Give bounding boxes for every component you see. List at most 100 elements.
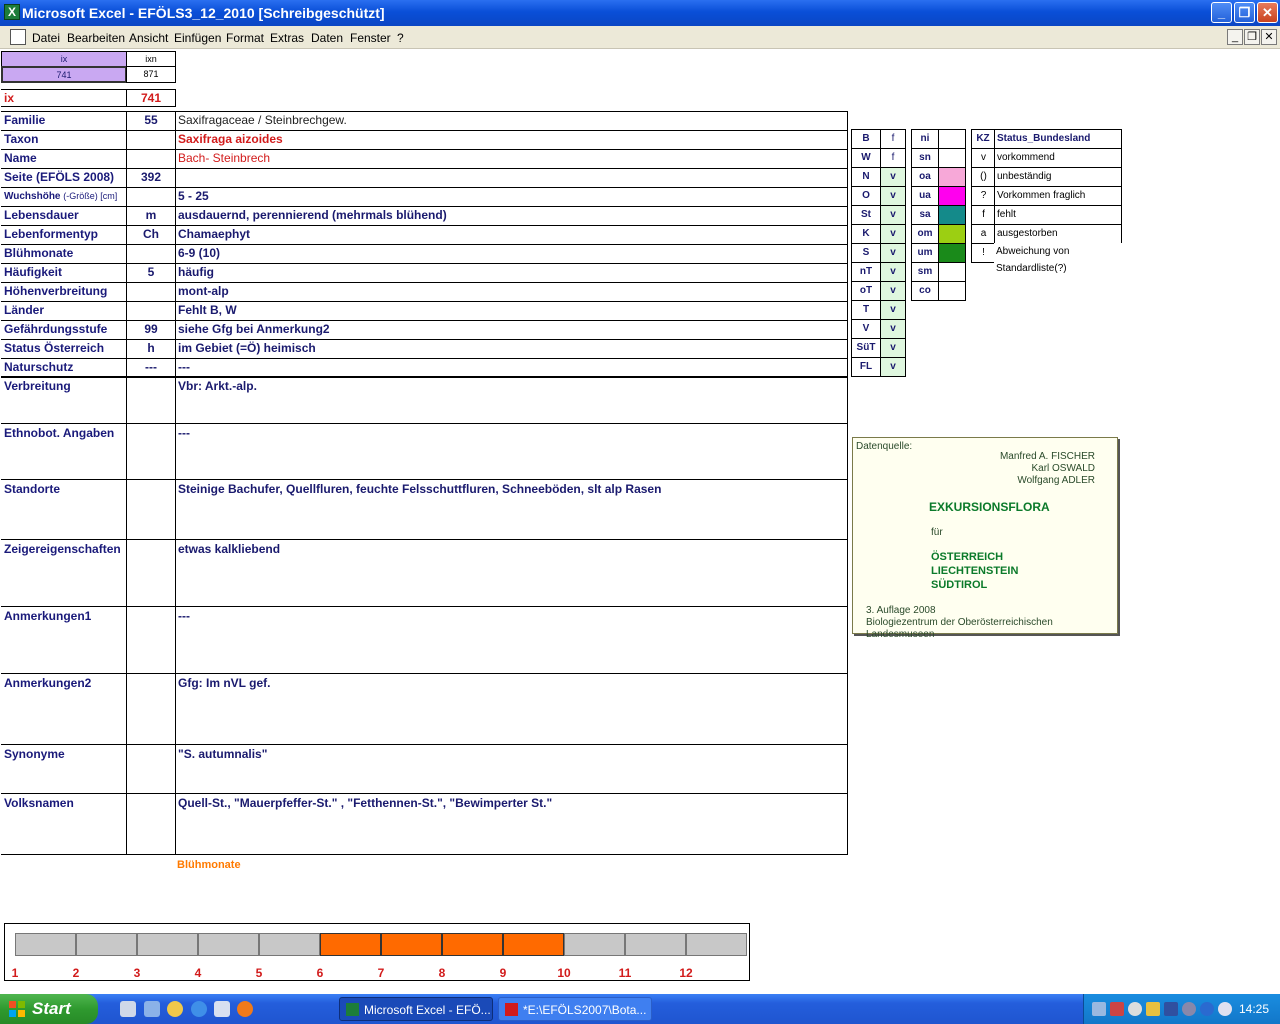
workbook-icon[interactable] [10,29,26,45]
legend-region-code[interactable]: sn [911,148,939,168]
language-icon[interactable] [1218,1002,1232,1016]
row-value[interactable]: im Gebiet (=Ö) heimisch [175,339,848,359]
legend-status-text[interactable]: fehlt [994,205,1122,225]
legend-status-kz[interactable]: a [971,224,995,244]
text-row-label[interactable]: Synonyme [1,744,127,794]
search-icon[interactable] [1128,1002,1142,1016]
legend-status-text[interactable]: vorkommend [994,148,1122,168]
row-label[interactable]: Länder [1,301,127,321]
legend-region-code[interactable]: oa [911,167,939,187]
ixn-value-cell[interactable]: 871 [126,66,176,83]
row-value[interactable] [175,168,848,188]
text-row-label[interactable]: Anmerkungen2 [1,673,127,745]
security-alert-icon[interactable] [1110,1002,1124,1016]
start-button[interactable]: Start [0,994,98,1024]
legend-state-value[interactable]: v [880,357,906,377]
menu-help[interactable]: ? [397,31,404,45]
text-row-label[interactable]: Volksnamen [1,793,127,855]
data-source-box[interactable]: Datenquelle: Manfred A. FISCHER Karl OSW… [852,437,1118,640]
legend-state-code[interactable]: SüT [851,338,881,358]
legend-state-code[interactable]: K [851,224,881,244]
legend-state-value[interactable]: v [880,262,906,282]
text-row-value[interactable]: Vbr: Arkt.-alp. [175,376,848,424]
legend-state-code[interactable]: S [851,243,881,263]
legend-region-swatch[interactable] [938,167,966,187]
legend-status-kz[interactable]: ? [971,186,995,206]
legend-status-kz-header[interactable]: KZ [971,129,995,149]
legend-state-code[interactable]: St [851,205,881,225]
legend-state-code[interactable]: V [851,319,881,339]
row-value[interactable]: --- [175,358,848,378]
volume-icon[interactable] [1182,1002,1196,1016]
row-label[interactable]: Wuchshöhe (-Größe) [cm] [1,187,127,207]
legend-status-kz[interactable]: v [971,148,995,168]
media-player-icon[interactable] [167,1001,183,1017]
row-code[interactable]: h [126,339,176,359]
row-code[interactable]: --- [126,358,176,378]
legend-state-value[interactable]: v [880,300,906,320]
legend-status-text[interactable]: unbeständig [994,167,1122,187]
ix-label[interactable]: ix [1,89,127,107]
legend-state-value[interactable]: v [880,205,906,225]
legend-status-kz[interactable]: () [971,167,995,187]
ix-header[interactable]: ix [1,51,127,67]
task-explorer[interactable]: *E:\EFÖLS2007\Bota... [498,997,652,1021]
text-row-code[interactable] [126,479,176,540]
row-value[interactable]: Saxifragaceae / Steinbrechgew. [175,111,848,131]
text-row-label[interactable]: Zeigereigenschaften [1,539,127,607]
info-icon[interactable] [1200,1002,1214,1016]
text-row-value[interactable]: Quell-St., "Mauerpfeffer-St." , "Fetthen… [175,793,848,855]
menu-format[interactable]: Format [226,31,264,45]
show-desktop-icon[interactable] [120,1001,136,1017]
text-row-code[interactable] [126,793,176,855]
text-row-value[interactable]: etwas kalkliebend [175,539,848,607]
text-row-code[interactable] [126,673,176,745]
text-row-code[interactable] [126,744,176,794]
legend-status-kz[interactable]: ! [971,243,995,263]
menu-daten[interactable]: Daten [311,31,343,45]
row-value[interactable]: Saxifraga aizoides [175,130,848,150]
row-label[interactable]: Status Österreich [1,339,127,359]
text-row-code[interactable] [126,423,176,480]
workbook-restore-button[interactable]: ❐ [1244,29,1260,45]
menu-bearbeiten[interactable]: Bearbeiten [67,31,125,45]
minimize-button[interactable]: _ [1211,2,1232,23]
row-label[interactable]: Lebenformentyp [1,225,127,245]
row-value[interactable]: Chamaephyt [175,225,848,245]
row-value[interactable]: ausdauernd, perennierend (mehrmals blühe… [175,206,848,226]
row-label[interactable]: Häufigkeit [1,263,127,283]
ix-big-value[interactable]: 741 [126,89,176,107]
firefox-icon[interactable] [237,1001,253,1017]
legend-state-code[interactable]: T [851,300,881,320]
legend-state-value[interactable]: v [880,281,906,301]
row-value[interactable]: 6-9 (10) [175,244,848,264]
text-row-label[interactable]: Ethnobot. Angaben [1,423,127,480]
row-label[interactable]: Seite (EFÖLS 2008) [1,168,127,188]
row-label[interactable]: Gefährdungsstufe [1,320,127,340]
legend-region-code[interactable]: sa [911,205,939,225]
legend-region-swatch[interactable] [938,262,966,282]
row-code[interactable]: Ch [126,225,176,245]
menu-fenster[interactable]: Fenster [350,31,391,45]
shield-icon[interactable] [1164,1002,1178,1016]
legend-state-code[interactable]: O [851,186,881,206]
row-label[interactable]: Taxon [1,130,127,150]
legend-state-value[interactable]: v [880,167,906,187]
legend-state-value[interactable]: v [880,186,906,206]
legend-state-value[interactable]: f [880,148,906,168]
legend-state-value[interactable]: v [880,338,906,358]
row-value[interactable]: Bach- Steinbrech [175,149,848,169]
legend-region-code[interactable]: ua [911,186,939,206]
close-button[interactable]: ✕ [1257,2,1278,23]
legend-status-kz[interactable]: f [971,205,995,225]
legend-state-code[interactable]: N [851,167,881,187]
menu-ansicht[interactable]: Ansicht [129,31,168,45]
row-label[interactable]: Blühmonate [1,244,127,264]
row-label[interactable]: Höhenverbreitung [1,282,127,302]
explorer-icon[interactable] [144,1001,160,1017]
text-row-value[interactable]: Gfg: Im nVL gef. [175,673,848,745]
text-row-label[interactable]: Standorte [1,479,127,540]
row-code[interactable]: 99 [126,320,176,340]
legend-state-code[interactable]: nT [851,262,881,282]
menu-datei[interactable]: Datei [32,31,60,45]
